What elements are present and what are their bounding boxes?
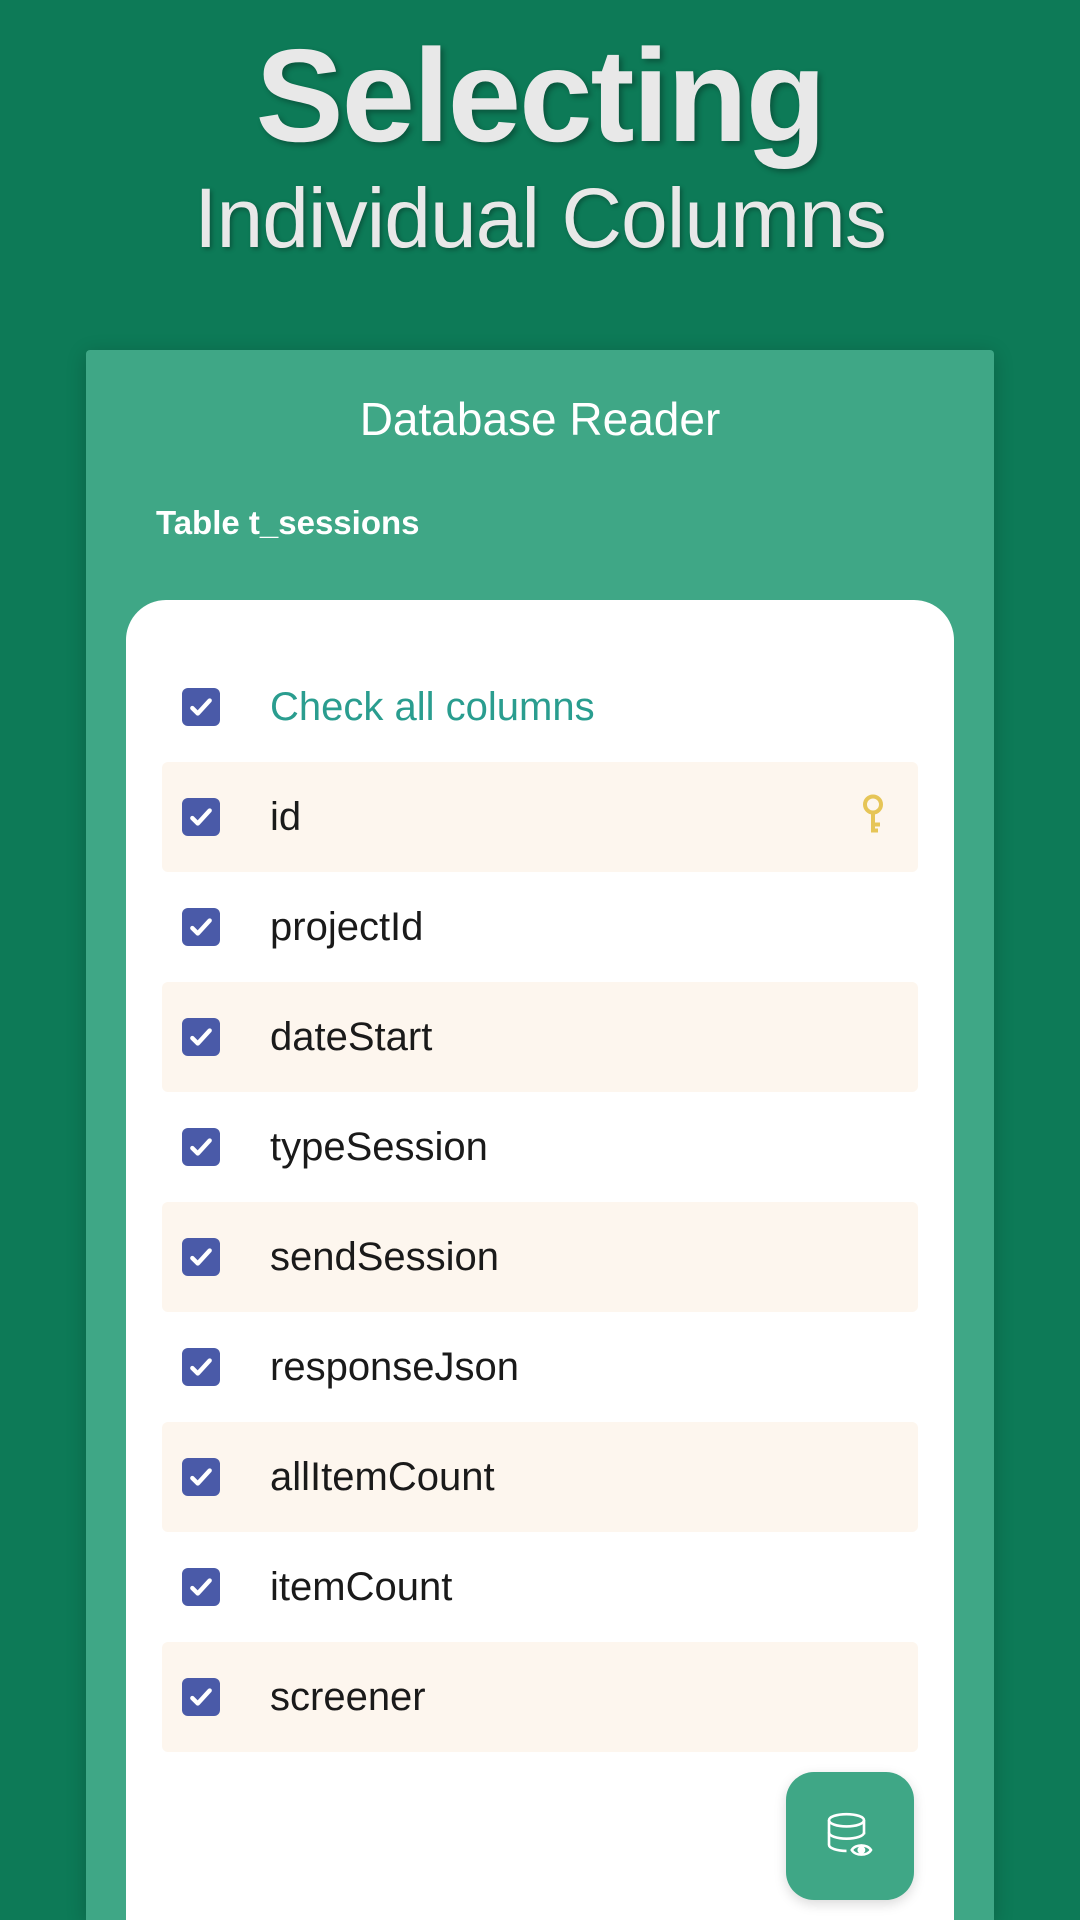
primary-key-icon: [860, 795, 886, 840]
column-row[interactable]: projectId: [162, 872, 918, 982]
column-name-label: screener: [270, 1675, 426, 1720]
view-database-button[interactable]: [786, 1772, 914, 1900]
column-name-label: allItemCount: [270, 1455, 495, 1500]
column-row[interactable]: id: [162, 762, 918, 872]
check-all-checkbox[interactable]: [182, 688, 220, 726]
column-name-label: dateStart: [270, 1015, 432, 1060]
column-row[interactable]: screener: [162, 1642, 918, 1752]
column-checkbox[interactable]: [182, 908, 220, 946]
column-name-label: responseJson: [270, 1345, 519, 1390]
columns-card: Check all columns id projectId dateStart ty…: [126, 600, 954, 1920]
column-name-label: sendSession: [270, 1235, 499, 1280]
column-checkbox[interactable]: [182, 798, 220, 836]
column-row[interactable]: responseJson: [162, 1312, 918, 1422]
panel-title: Database Reader: [86, 350, 994, 446]
promo-header: Selecting Individual Columns: [0, 0, 1080, 267]
column-checkbox[interactable]: [182, 1458, 220, 1496]
column-row[interactable]: typeSession: [162, 1092, 918, 1202]
column-row[interactable]: dateStart: [162, 982, 918, 1092]
column-checkbox[interactable]: [182, 1018, 220, 1056]
promo-title-main: Selecting: [0, 30, 1080, 162]
column-checkbox[interactable]: [182, 1128, 220, 1166]
database-eye-icon: [822, 1808, 878, 1864]
promo-title-sub: Individual Columns: [0, 170, 1080, 267]
column-checkbox[interactable]: [182, 1348, 220, 1386]
column-checkbox[interactable]: [182, 1238, 220, 1276]
column-row[interactable]: allItemCount: [162, 1422, 918, 1532]
column-checkbox[interactable]: [182, 1678, 220, 1716]
key-icon: [860, 795, 886, 835]
column-row[interactable]: sendSession: [162, 1202, 918, 1312]
app-panel: Database Reader Table t_sessions Check a…: [86, 350, 994, 1920]
column-row[interactable]: itemCount: [162, 1532, 918, 1642]
check-all-row[interactable]: Check all columns: [162, 652, 918, 762]
columns-list: id projectId dateStart typeSession sendSessi…: [162, 762, 918, 1752]
column-name-label: typeSession: [270, 1125, 488, 1170]
check-all-label: Check all columns: [270, 685, 595, 730]
column-name-label: itemCount: [270, 1565, 452, 1610]
column-checkbox[interactable]: [182, 1568, 220, 1606]
table-name-label: Table t_sessions: [86, 446, 994, 542]
column-name-label: projectId: [270, 905, 423, 950]
column-name-label: id: [270, 795, 301, 840]
